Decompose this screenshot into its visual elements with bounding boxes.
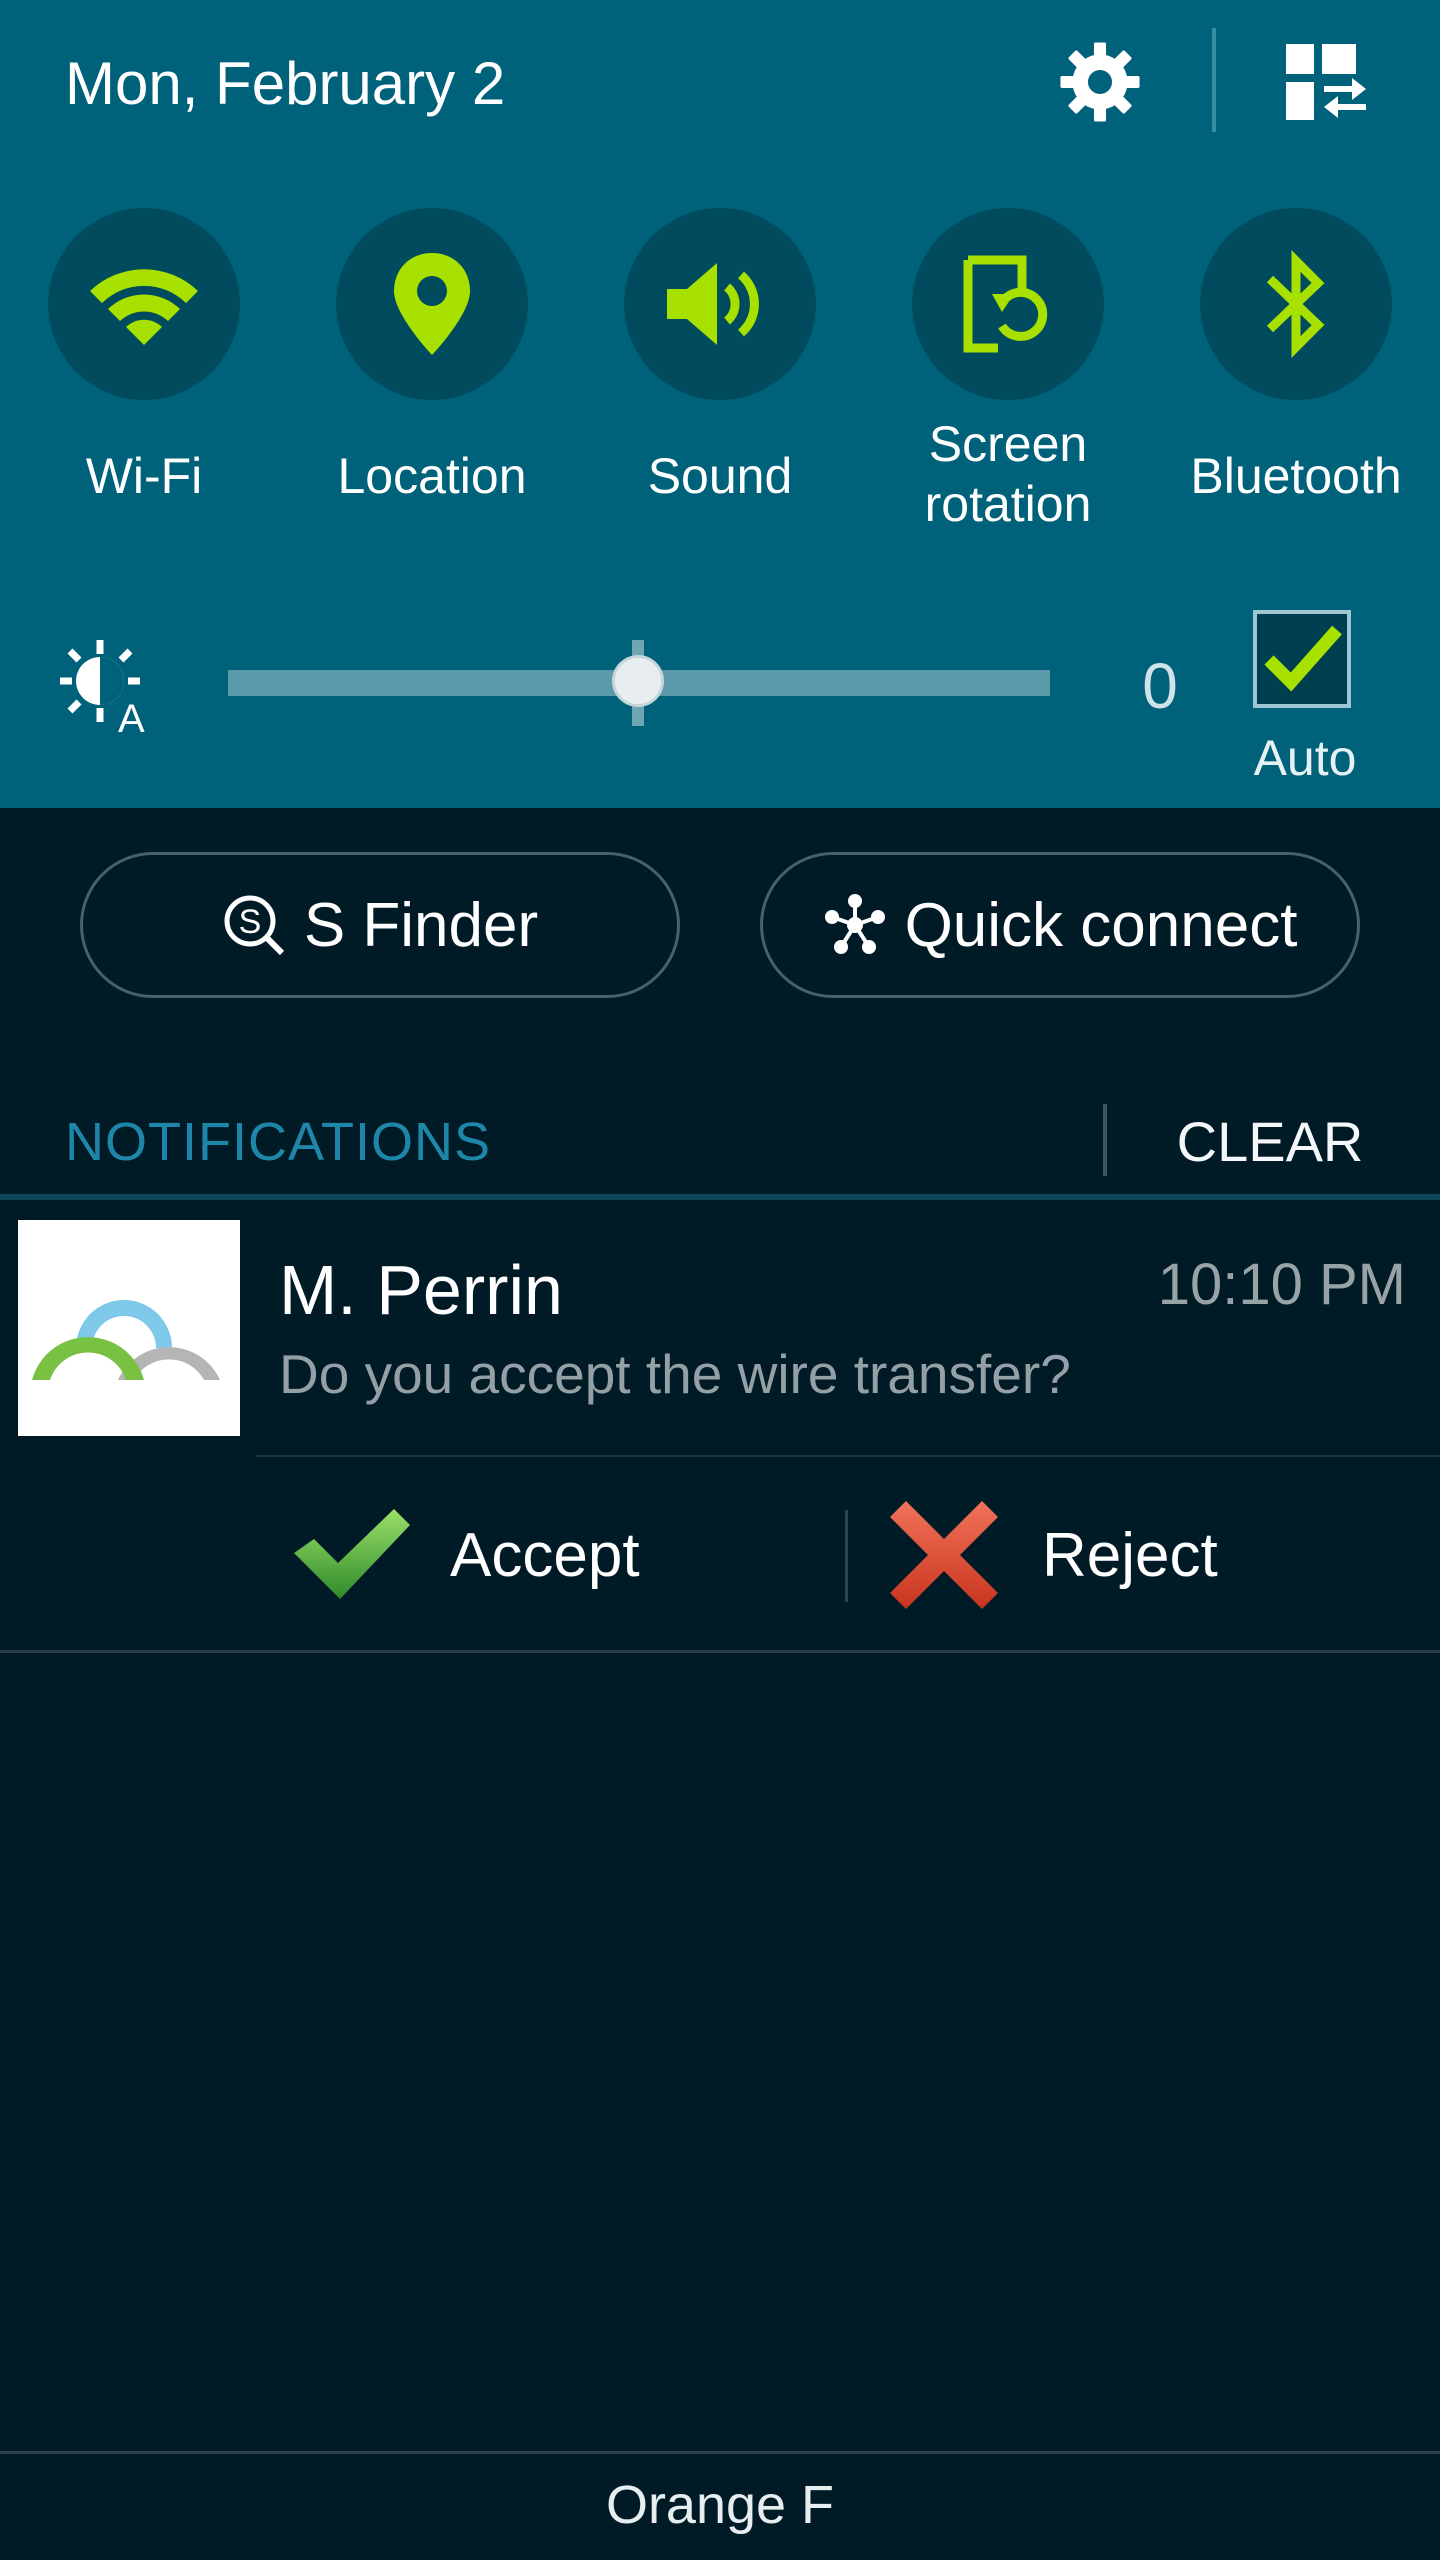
bluetooth-toggle[interactable]: Bluetooth	[1176, 208, 1416, 506]
settings-button[interactable]	[1052, 38, 1148, 126]
green-check-icon	[294, 1509, 410, 1599]
actions-divider	[845, 1510, 848, 1602]
location-pin-icon	[394, 253, 470, 355]
speaker-icon	[667, 263, 759, 345]
notification-card[interactable]: M. Perrin 10:10 PM Do you accept the wir…	[0, 1200, 1440, 1652]
clear-button[interactable]: CLEAR	[1160, 1100, 1380, 1184]
reject-button[interactable]: Reject	[882, 1490, 1218, 1620]
quick-connect-button[interactable]: Quick connect	[760, 852, 1360, 998]
footer-rule	[0, 2451, 1440, 2454]
quick-panel-edit-icon	[1286, 44, 1366, 120]
carrier-label: Orange F	[605, 2475, 835, 2535]
auto-brightness-checkbox[interactable]	[1253, 610, 1351, 708]
screen-rotation-label-line1: Screen	[928, 416, 1088, 472]
check-icon	[1264, 625, 1342, 692]
notification-app-icon	[18, 1220, 240, 1436]
sound-toggle-circle[interactable]	[624, 208, 816, 400]
accept-button[interactable]: Accept	[290, 1490, 640, 1620]
screen-rotation-toggle-circle[interactable]	[912, 208, 1104, 400]
brightness-value: 0	[1142, 650, 1178, 722]
notification-title: M. Perrin	[279, 1251, 563, 1329]
accept-label: Accept	[450, 1520, 640, 1590]
sound-toggle[interactable]: Sound	[600, 208, 840, 506]
notification-inner-rule	[256, 1455, 1440, 1457]
header-divider	[1212, 28, 1216, 132]
wifi-label: Wi-Fi	[85, 448, 203, 504]
svg-text:S: S	[238, 903, 261, 941]
quick-settings-panel: Mon, February 2 Wi-Fi Location Sound Scr…	[0, 0, 1440, 808]
bluetooth-icon	[1266, 250, 1325, 358]
brightness-slider-thumb[interactable]	[612, 655, 664, 707]
wifi-icon	[90, 269, 198, 345]
s-finder-icon: S	[224, 895, 284, 956]
notification-time: 10:10 PM	[1157, 1252, 1406, 1317]
screen-rotation-label-line2: rotation	[924, 476, 1092, 532]
notifications-header: NOTIFICATIONS	[65, 1112, 491, 1172]
screen-rotation-icon	[963, 255, 1048, 353]
reject-label: Reject	[1042, 1520, 1218, 1590]
location-label: Location	[337, 448, 527, 504]
screen-rotation-toggle[interactable]: Screen rotation	[888, 208, 1128, 534]
screen-rotation-label: Screen rotation	[888, 414, 1128, 534]
bluetooth-toggle-circle[interactable]	[1200, 208, 1392, 400]
quick-connect-label: Quick connect	[904, 890, 1298, 960]
auto-brightness-label: Auto	[1253, 730, 1357, 786]
auto-brightness-icon: A	[60, 640, 145, 736]
quick-connect-icon	[824, 894, 885, 954]
gear-icon	[1060, 42, 1140, 122]
svg-text:A: A	[118, 697, 145, 736]
location-toggle[interactable]: Location	[312, 208, 552, 506]
wifi-toggle[interactable]: Wi-Fi	[24, 208, 264, 506]
location-toggle-circle[interactable]	[336, 208, 528, 400]
quick-panel-edit-button[interactable]	[1278, 36, 1374, 128]
date-label: Mon, February 2	[65, 50, 506, 117]
red-x-icon	[890, 1501, 998, 1609]
sound-label: Sound	[647, 448, 793, 504]
notification-text: Do you accept the wire transfer?	[279, 1343, 1071, 1405]
app-arches-icon	[32, 1300, 220, 1380]
notification-card-bottom-rule	[0, 1650, 1440, 1653]
s-finder-label: S Finder	[303, 890, 539, 960]
notifications-header-divider	[1103, 1104, 1107, 1176]
wifi-toggle-circle[interactable]	[48, 208, 240, 400]
s-finder-button[interactable]: S S Finder	[80, 852, 680, 998]
bluetooth-label: Bluetooth	[1190, 448, 1402, 504]
